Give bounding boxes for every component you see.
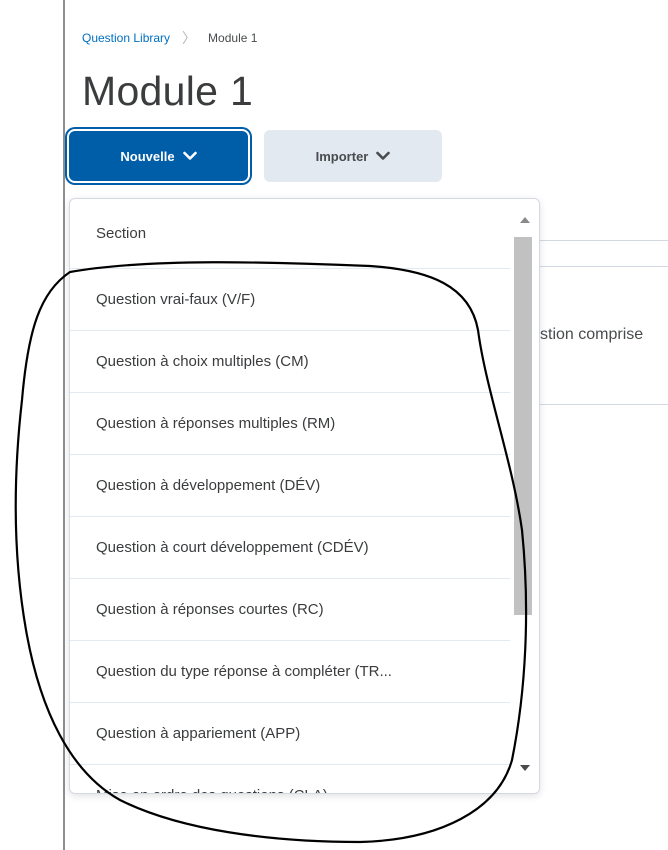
menu-item-long-answer[interactable]: Question à développement (DÉV)	[70, 455, 510, 517]
menu-item-true-false[interactable]: Question vrai-faux (V/F)	[70, 269, 510, 331]
menu-item-multiple-choice[interactable]: Question à choix multiples (CM)	[70, 331, 510, 393]
left-border	[63, 0, 65, 850]
menu-item-short-answer[interactable]: Question à réponses courtes (RC)	[70, 579, 510, 641]
scrollbar-thumb[interactable]	[514, 237, 532, 615]
chevron-down-icon	[182, 151, 197, 160]
background-divider	[540, 240, 668, 241]
chevron-down-icon	[376, 151, 391, 160]
background-divider	[540, 404, 668, 405]
menu-list: Section Question vrai-faux (V/F) Questio…	[70, 199, 510, 793]
new-question-menu[interactable]: Section Question vrai-faux (V/F) Questio…	[69, 198, 540, 794]
scroll-down-arrow-icon[interactable]	[520, 765, 530, 771]
page-title: Module 1	[82, 68, 254, 114]
breadcrumb-link-question-library[interactable]: Question Library	[82, 31, 170, 45]
breadcrumb: Question Library 〉 Module 1	[82, 28, 257, 48]
breadcrumb-current: Module 1	[208, 31, 258, 45]
menu-item-multi-select[interactable]: Question à réponses multiples (RM)	[70, 393, 510, 455]
menu-item-fill-in-blank[interactable]: Question du type réponse à compléter (TR…	[70, 641, 510, 703]
menu-scrollbar[interactable]	[511, 199, 539, 793]
import-button[interactable]: Importer	[264, 130, 442, 182]
menu-item-short-essay[interactable]: Question à court développement (CDÉV)	[70, 517, 510, 579]
background-row-text: stion comprise	[540, 326, 644, 343]
chevron-right-icon: 〉	[182, 30, 197, 46]
new-button-label: Nouvelle	[120, 148, 175, 164]
menu-item-matching[interactable]: Question à appariement (APP)	[70, 703, 510, 765]
menu-item-section[interactable]: Section	[70, 199, 510, 269]
import-button-label: Importer	[315, 148, 369, 164]
background-divider	[540, 266, 668, 267]
new-button[interactable]: Nouvelle	[69, 131, 248, 181]
menu-item-ordering[interactable]: Mise en ordre des questions (CLA)	[70, 765, 510, 793]
scroll-up-arrow-icon[interactable]	[520, 217, 530, 223]
